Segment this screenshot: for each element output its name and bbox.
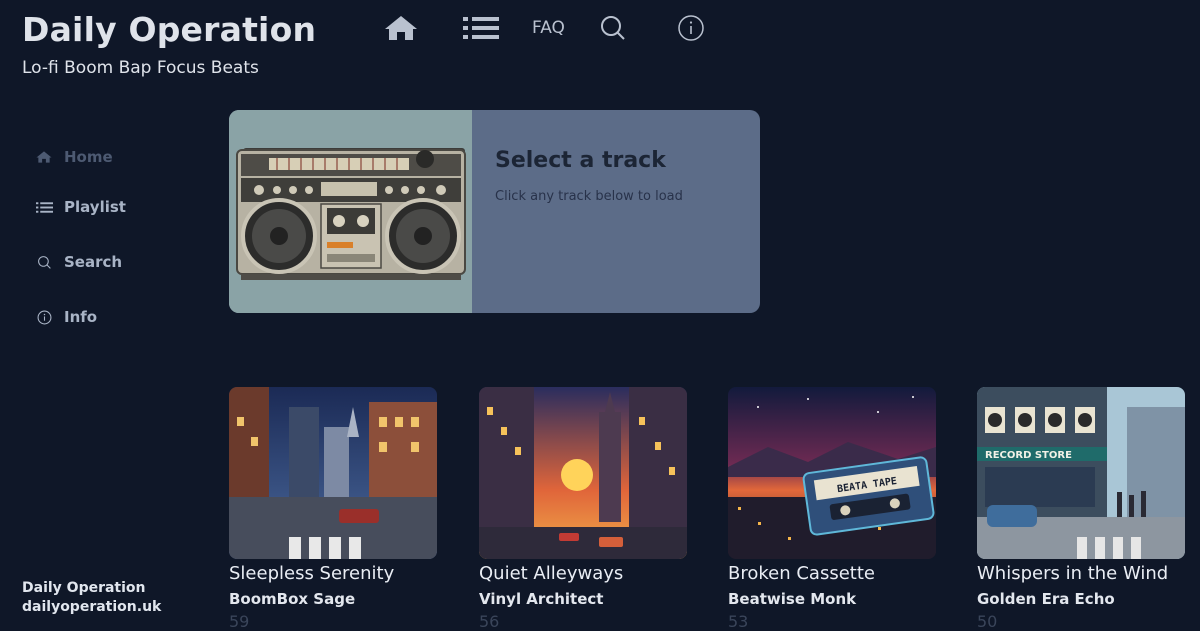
- track-artist: Golden Era Echo: [977, 590, 1115, 608]
- track-title: Sleepless Serenity: [229, 563, 395, 584]
- search-icon: [601, 16, 625, 40]
- track-artist: BoomBox Sage: [229, 590, 356, 608]
- track-artist: Vinyl Architect: [479, 590, 604, 608]
- top-nav-info-button[interactable]: [677, 12, 705, 44]
- sidebar-item-home[interactable]: Home: [34, 148, 113, 166]
- top-nav-home-button[interactable]: [384, 12, 418, 44]
- home-icon: [385, 16, 417, 40]
- track-cover-image[interactable]: RECORD STORE: [977, 387, 1185, 559]
- store-sign-text: RECORD STORE: [985, 450, 1072, 461]
- track-cover-image[interactable]: [229, 387, 437, 559]
- now-playing-panel: Select a track Click any track below to …: [229, 110, 760, 313]
- sidebar-item-label: Home: [64, 148, 113, 166]
- footer-site-name: Daily Operation: [22, 580, 146, 596]
- app-subtitle: Lo-fi Boom Bap Focus Beats: [22, 58, 259, 78]
- track-artist: Beatwise Monk: [728, 590, 857, 608]
- top-nav-faq-link[interactable]: FAQ: [532, 12, 565, 44]
- track-play-count: 59: [229, 612, 250, 631]
- sidebar-item-info[interactable]: Info: [34, 308, 97, 326]
- track-card[interactable]: RECORD STORE Whispers in the Wind Golden…: [977, 387, 1185, 631]
- sidebar-item-label: Info: [64, 308, 98, 326]
- sidebar-item-search[interactable]: Search: [34, 253, 122, 271]
- list-icon: [463, 17, 499, 39]
- app-title: Daily Operation: [22, 10, 317, 49]
- home-icon: [34, 150, 54, 164]
- track-title: Quiet Alleyways: [479, 563, 624, 584]
- track-play-count: 56: [479, 612, 500, 631]
- top-nav-playlist-button[interactable]: [463, 12, 499, 44]
- info-icon: [678, 15, 704, 41]
- list-icon: [34, 201, 54, 214]
- footer-site-url[interactable]: dailyoperation.uk: [22, 599, 161, 615]
- track-card[interactable]: Quiet Alleyways Vinyl Architect 56: [479, 387, 687, 631]
- track-play-count: 53: [728, 612, 749, 631]
- info-icon: [34, 310, 54, 325]
- track-cover-image[interactable]: BEATA TAPE: [728, 387, 936, 559]
- player-hint: Click any track below to load: [495, 189, 683, 204]
- sidebar-item-playlist[interactable]: Playlist: [34, 198, 126, 216]
- search-icon: [34, 255, 54, 270]
- track-cover-image[interactable]: [479, 387, 687, 559]
- track-title: Whispers in the Wind: [977, 563, 1169, 584]
- track-title: Broken Cassette: [728, 563, 875, 584]
- track-play-count: 50: [977, 612, 998, 631]
- player-title: Select a track: [495, 148, 666, 173]
- top-nav-search-button[interactable]: [599, 12, 627, 44]
- track-card[interactable]: BEATA TAPE Broken Cassette Beatwise Monk…: [728, 387, 936, 631]
- sidebar-item-label: Playlist: [64, 198, 126, 216]
- track-card[interactable]: Sleepless Serenity BoomBox Sage 59: [229, 387, 437, 631]
- boombox-image: [229, 110, 472, 313]
- sidebar-item-label: Search: [64, 253, 123, 271]
